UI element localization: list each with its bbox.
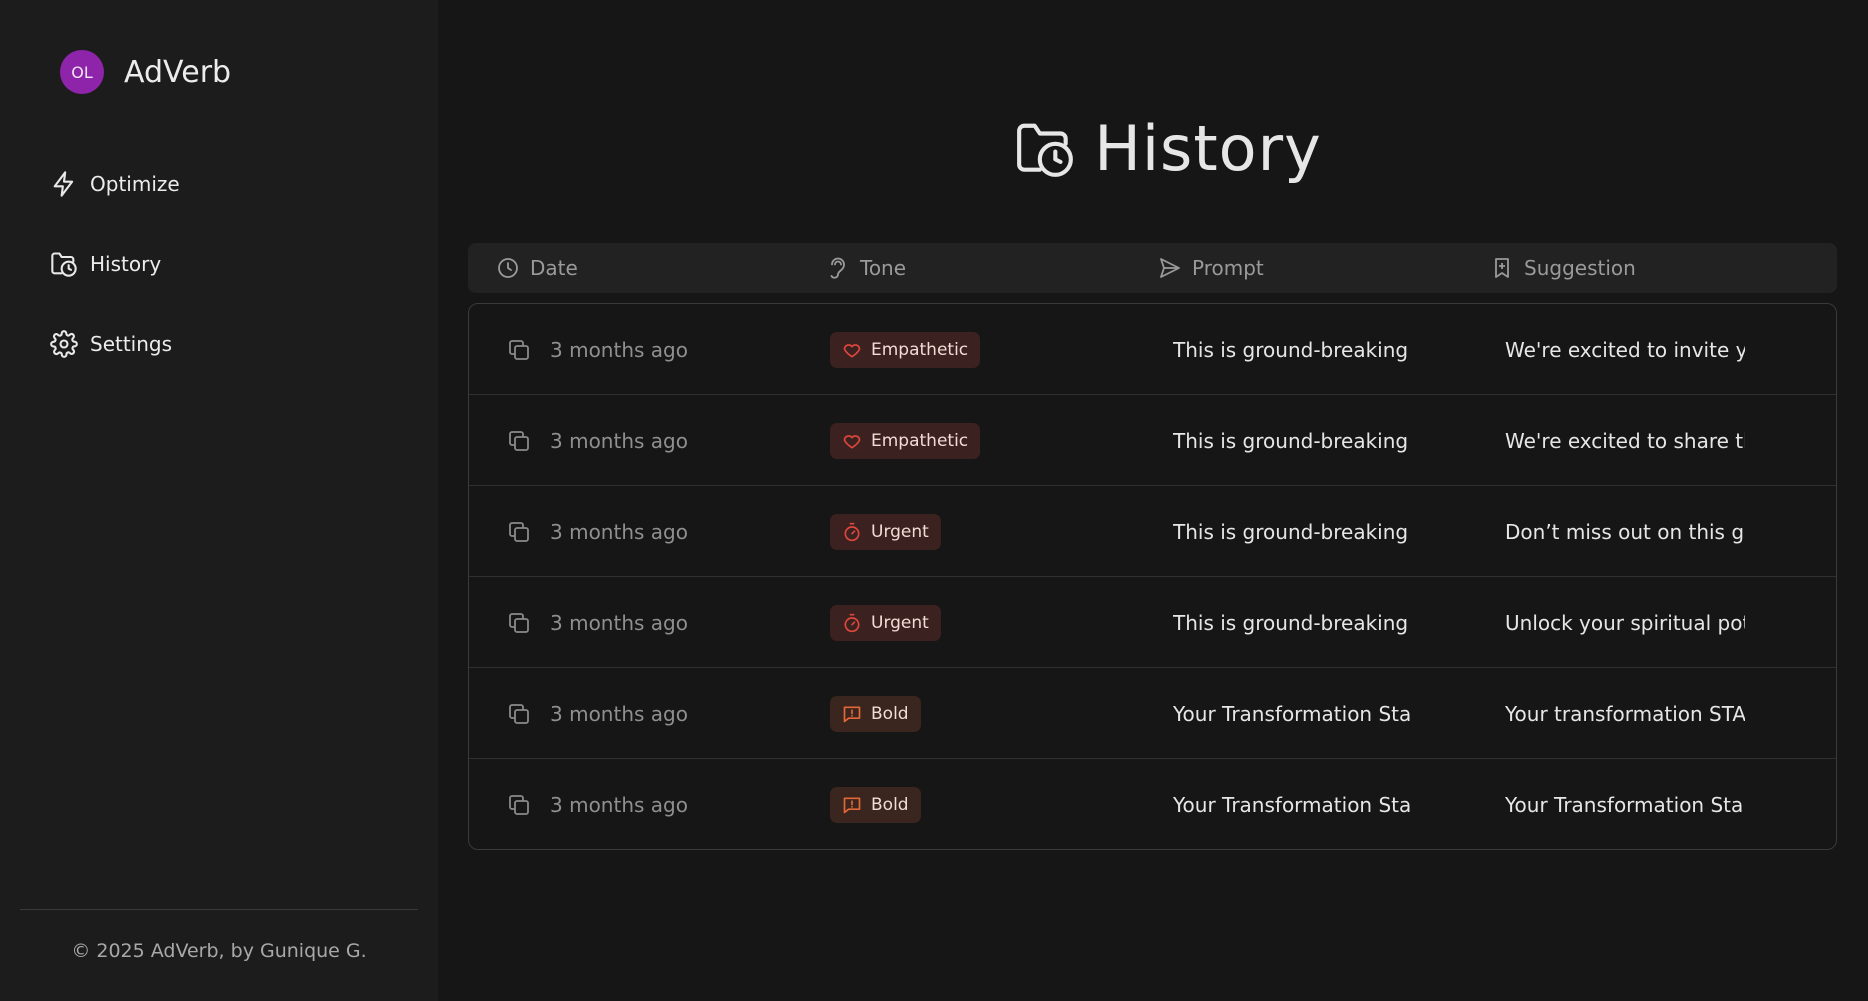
sidebar-item-label: Optimize (90, 172, 180, 196)
row-date: 3 months ago (550, 428, 688, 453)
gear-icon (50, 330, 78, 358)
row-suggestion[interactable]: We're excited to share th (1505, 395, 1745, 486)
row-prompt[interactable]: This is ground-breaking (1173, 486, 1413, 577)
tone-cell: Urgent (830, 577, 941, 668)
tone-badge-label: Urgent (871, 521, 929, 542)
row-suggestion[interactable]: Your Transformation Sta (1505, 759, 1745, 849)
table-row[interactable]: 3 months ago Bold Your Transformation Sta Y… (469, 759, 1836, 849)
sidebar-nav: Optimize History Settings (50, 164, 180, 404)
copy-icon (509, 794, 529, 815)
tone-badge-label: Empathetic (871, 430, 969, 451)
message-alert-icon (843, 797, 861, 813)
copy-button[interactable] (507, 395, 531, 486)
page-title: History (438, 112, 1868, 185)
heart-icon (843, 343, 861, 357)
message-alert-icon (843, 706, 861, 722)
column-header-label: Tone (860, 256, 907, 280)
tone-badge-label: Empathetic (871, 339, 969, 360)
tone-cell: Urgent (830, 486, 941, 577)
timer-icon (844, 613, 860, 632)
copy-button[interactable] (507, 577, 531, 668)
tone-cell: Empathetic (830, 395, 981, 486)
ear-icon (830, 257, 845, 279)
tone-badge[interactable]: Urgent (830, 604, 941, 641)
row-suggestion[interactable]: Your transformation STA (1505, 668, 1745, 759)
tone-badge-label: Urgent (871, 612, 929, 633)
copy-button[interactable] (507, 668, 531, 759)
tone-badge-label: Bold (871, 703, 909, 724)
clock-icon (498, 258, 518, 278)
copy-icon (509, 703, 529, 724)
page-title-text: History (1094, 112, 1322, 185)
row-date: 3 months ago (550, 792, 688, 817)
row-date: 3 months ago (550, 610, 688, 635)
table-row[interactable]: 3 months ago Urgent This is ground-breakin… (469, 577, 1836, 668)
tone-cell: Bold (830, 759, 921, 849)
column-header-label: Date (530, 256, 578, 280)
copy-icon (509, 521, 529, 542)
row-suggestion[interactable]: We're excited to invite yo (1505, 304, 1745, 395)
row-date: 3 months ago (550, 701, 688, 726)
column-header-label: Prompt (1192, 256, 1264, 280)
column-header-suggestion[interactable]: Suggestion (1490, 256, 1636, 280)
table-header: Date Tone Prompt Suggestion (468, 243, 1837, 293)
table-body: 3 months ago Empathetic This is ground-bre… (468, 303, 1837, 850)
copy-icon (509, 430, 529, 451)
table-row[interactable]: 3 months ago Urgent This is ground-breakin… (469, 486, 1836, 577)
sidebar-item-history[interactable]: History (50, 244, 180, 284)
tone-badge[interactable]: Empathetic (830, 422, 981, 459)
sidebar-item-label: Settings (90, 332, 173, 356)
avatar[interactable]: OL (60, 50, 104, 94)
copy-icon (509, 612, 529, 633)
tone-badge[interactable]: Bold (830, 786, 921, 823)
tone-badge-label: Bold (871, 794, 909, 815)
tone-badge[interactable]: Bold (830, 695, 921, 732)
row-prompt[interactable]: This is ground-breaking (1173, 577, 1413, 668)
column-header-prompt[interactable]: Prompt (1158, 256, 1264, 280)
sidebar-divider (20, 909, 418, 910)
brand-name: AdVerb (124, 54, 232, 90)
column-header-label: Suggestion (1524, 256, 1636, 280)
column-header-tone[interactable]: Tone (826, 256, 906, 280)
row-date: 3 months ago (550, 337, 688, 362)
row-prompt[interactable]: This is ground-breaking (1173, 395, 1413, 486)
row-prompt[interactable]: Your Transformation Sta (1173, 759, 1413, 849)
row-date: 3 months ago (550, 519, 688, 544)
app-root: OL AdVerb Optimize History Settings © 20… (0, 0, 1868, 1001)
copy-icon (509, 339, 529, 360)
folder-clock-icon (1017, 123, 1074, 177)
sidebar-item-settings[interactable]: Settings (50, 324, 180, 364)
row-suggestion[interactable]: Don’t miss out on this go (1505, 486, 1745, 577)
bookmark-plus-icon (1495, 258, 1509, 278)
table-row[interactable]: 3 months ago Empathetic This is ground-bre… (469, 395, 1836, 486)
zap-icon (53, 171, 74, 197)
row-suggestion[interactable]: Unlock your spiritual pot (1505, 577, 1745, 668)
copy-button[interactable] (507, 759, 531, 849)
folder-clock-icon (51, 252, 77, 277)
tone-cell: Bold (830, 668, 921, 759)
table-row[interactable]: 3 months ago Bold Your Transformation Sta Y… (469, 668, 1836, 759)
send-icon (1160, 258, 1180, 278)
row-prompt[interactable]: Your Transformation Sta (1173, 668, 1413, 759)
copy-button[interactable] (507, 304, 531, 395)
brand: OL AdVerb (60, 50, 231, 94)
sidebar: OL AdVerb Optimize History Settings © 20… (0, 0, 438, 1001)
column-header-date[interactable]: Date (496, 256, 578, 280)
tone-badge[interactable]: Empathetic (830, 331, 981, 368)
tone-badge[interactable]: Urgent (830, 513, 941, 550)
tone-cell: Empathetic (830, 304, 981, 395)
copy-button[interactable] (507, 486, 531, 577)
timer-icon (844, 522, 860, 541)
table-row[interactable]: 3 months ago Empathetic This is ground-bre… (469, 304, 1836, 395)
sidebar-item-label: History (90, 252, 162, 276)
footer-copyright: © 2025 AdVerb, by Gunique G. (71, 940, 367, 962)
heart-icon (843, 434, 861, 448)
row-prompt[interactable]: This is ground-breaking (1173, 304, 1413, 395)
sidebar-item-optimize[interactable]: Optimize (50, 164, 180, 204)
main-content: History Date Tone Prompt Suggestion 3 mo… (438, 0, 1868, 1001)
